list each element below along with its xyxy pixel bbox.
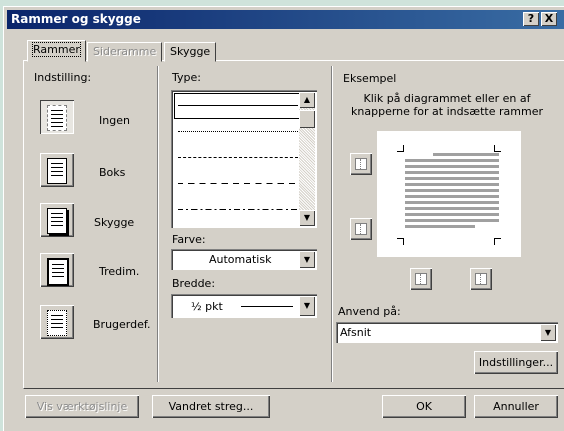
line-style-dash-dot[interactable] — [174, 197, 302, 223]
setting-custom-label: Brugerdef. — [93, 318, 151, 331]
screen: Rammer og skygge ? X Rammer Sideramme Sk… — [0, 0, 564, 431]
3d-border-icon — [47, 258, 69, 286]
toolbar-button-label: Vis værktøjslinje — [36, 400, 128, 413]
preview-heading: Eksempel — [343, 72, 397, 85]
toolbar-button[interactable]: Vis værktøjslinje — [25, 395, 139, 418]
shadow-border-icon — [47, 208, 67, 234]
box-border-icon — [47, 158, 67, 184]
cancel-button[interactable]: Annuller — [474, 395, 558, 418]
tab-sideramme-label: Sideramme — [93, 45, 157, 58]
options-button[interactable]: Indstillinger... — [474, 351, 558, 374]
apply-select[interactable]: Afsnit ▼ — [336, 322, 558, 343]
color-label: Farve: — [172, 233, 206, 246]
line-style-scrollbar[interactable]: ▲ ▼ — [299, 92, 315, 226]
color-select[interactable]: Automatisk ▼ — [171, 249, 317, 270]
title-bar: Rammer og skygge ? X — [7, 10, 564, 29]
tab-skygge-label: Skygge — [170, 45, 211, 58]
options-button-label: Indstillinger... — [478, 356, 554, 369]
width-select[interactable]: ½ pkt ▼ — [171, 294, 317, 318]
no-border-icon — [47, 105, 67, 131]
setting-3d-label: Tredim. — [99, 265, 140, 278]
setting-none-button[interactable] — [40, 100, 74, 134]
setting-custom-button[interactable] — [40, 305, 74, 339]
help-button[interactable]: ? — [523, 12, 539, 26]
preview-hint: Klik på diagrammet eller en af knapperne… — [351, 92, 543, 118]
bottom-border-icon[interactable] — [350, 218, 372, 240]
scroll-down-arrow-icon[interactable]: ▼ — [299, 210, 315, 226]
setting-box-label: Boks — [99, 166, 126, 179]
setting-shadow-button[interactable] — [40, 203, 74, 237]
tab-rammer-label: Rammer — [32, 42, 81, 57]
line-style-dotted[interactable] — [174, 119, 302, 145]
line-style-list[interactable]: ▲ ▼ — [171, 90, 317, 228]
ok-button[interactable]: OK — [382, 395, 466, 418]
color-value: Automatisk — [209, 253, 272, 266]
line-style-solid[interactable] — [174, 93, 302, 119]
divider — [331, 66, 333, 382]
width-sample-line — [241, 306, 293, 307]
width-label: Bredde: — [172, 277, 216, 290]
cancel-button-label: Annuller — [493, 400, 539, 413]
apply-value: Afsnit — [340, 326, 372, 339]
tab-sideramme[interactable]: Sideramme — [87, 42, 163, 62]
type-label: Type: — [172, 71, 201, 84]
divider — [157, 66, 159, 382]
chevron-down-icon[interactable]: ▼ — [299, 251, 315, 268]
top-border-icon[interactable] — [350, 153, 372, 175]
setting-3d-button[interactable] — [40, 253, 74, 287]
horizontal-line-button-label: Vandret streg... — [168, 400, 254, 413]
right-border-icon[interactable] — [470, 268, 492, 290]
settings-heading: Indstilling: — [34, 71, 92, 84]
ok-button-label: OK — [416, 400, 432, 413]
chevron-down-icon[interactable]: ▼ — [299, 296, 315, 316]
left-border-icon[interactable] — [410, 268, 432, 290]
width-value: ½ pkt — [191, 300, 223, 313]
close-button[interactable]: X — [541, 12, 557, 26]
setting-none-label: Ingen — [99, 114, 130, 127]
scroll-up-arrow-icon[interactable]: ▲ — [299, 92, 315, 108]
line-style-dashed-small[interactable] — [174, 145, 302, 171]
window-title: Rammer og skygge — [11, 12, 141, 26]
custom-border-icon — [47, 310, 67, 336]
apply-label: Anvend på: — [338, 305, 401, 318]
setting-box-button[interactable] — [40, 153, 74, 187]
tab-skygge[interactable]: Skygge — [164, 42, 217, 62]
scroll-thumb[interactable] — [299, 110, 315, 128]
tab-rammer[interactable]: Rammer — [27, 40, 86, 62]
setting-shadow-label: Skygge — [94, 216, 135, 229]
horizontal-line-button[interactable]: Vandret streg... — [152, 395, 270, 418]
preview-diagram[interactable] — [377, 131, 521, 257]
line-style-dashed-large[interactable] — [174, 171, 302, 197]
chevron-down-icon[interactable]: ▼ — [540, 324, 556, 341]
